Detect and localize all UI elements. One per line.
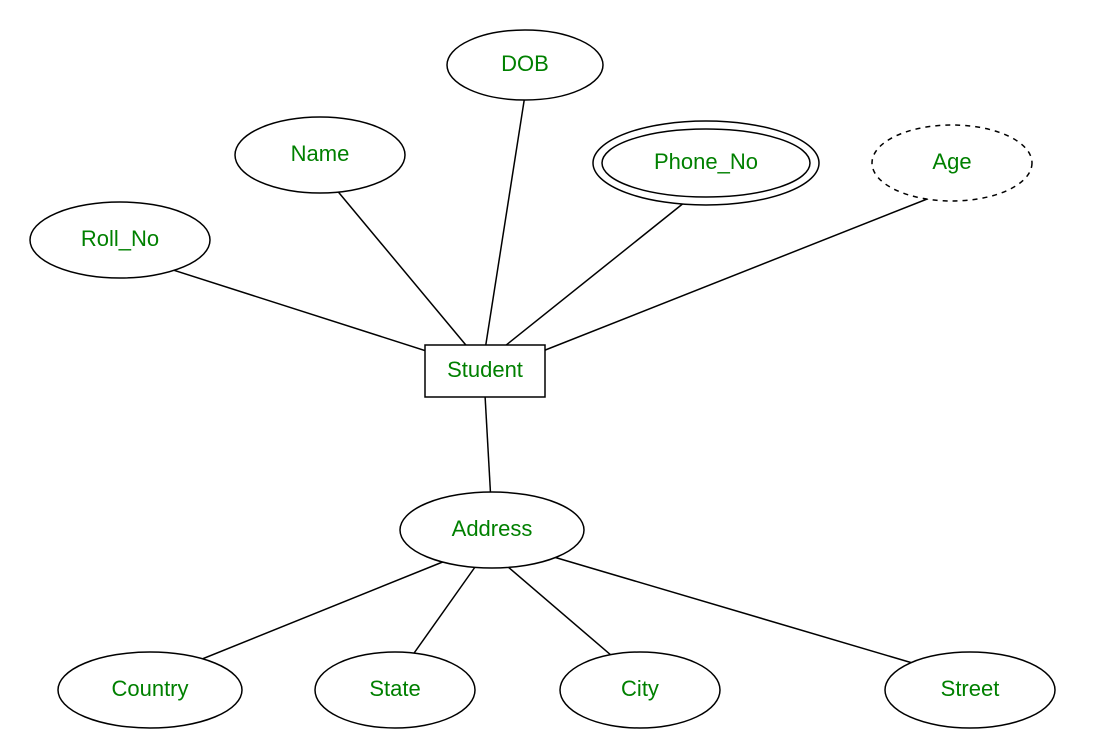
attribute-country: Country (58, 652, 242, 728)
entity-student: Student (425, 345, 545, 397)
attribute-address-label: Address (452, 516, 533, 541)
er-diagram: DOB Name Phone_No Age Roll_No Student Ad… (0, 0, 1112, 753)
attribute-street: Street (885, 652, 1055, 728)
edge-student-dob (485, 95, 525, 350)
edge-student-age (520, 190, 950, 360)
attribute-age-label: Age (932, 149, 971, 174)
attribute-name-label: Name (291, 141, 350, 166)
attribute-country-label: Country (111, 676, 188, 701)
attribute-rollno-label: Roll_No (81, 226, 159, 251)
attribute-phoneno: Phone_No (593, 121, 819, 205)
attribute-address: Address (400, 492, 584, 568)
edge-student-name (320, 170, 470, 350)
attribute-city-label: City (621, 676, 659, 701)
attribute-dob-label: DOB (501, 51, 549, 76)
attribute-city: City (560, 652, 720, 728)
attribute-age: Age (872, 125, 1032, 201)
entity-student-label: Student (447, 357, 523, 382)
attribute-rollno: Roll_No (30, 202, 210, 278)
attribute-street-label: Street (941, 676, 1000, 701)
attribute-phoneno-label: Phone_No (654, 149, 758, 174)
attribute-state: State (315, 652, 475, 728)
attribute-dob: DOB (447, 30, 603, 100)
attribute-name: Name (235, 117, 405, 193)
edge-student-phoneno (500, 190, 700, 350)
attribute-state-label: State (369, 676, 420, 701)
